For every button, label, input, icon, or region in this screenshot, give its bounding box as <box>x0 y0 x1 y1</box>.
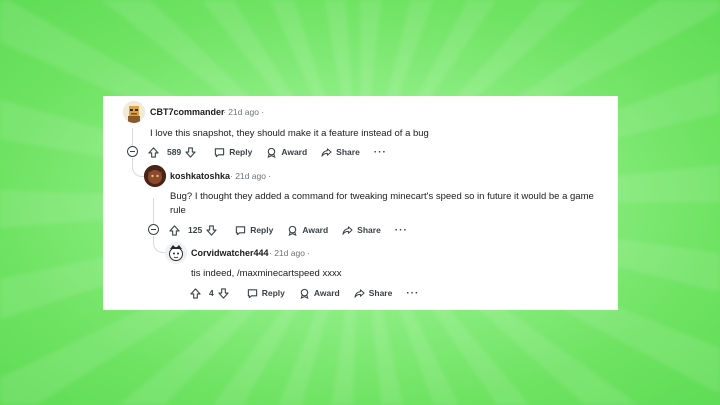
timestamp: · 21d ago · <box>230 171 272 181</box>
timestamp: · 21d ago · <box>223 107 265 117</box>
downvote-icon <box>206 224 217 236</box>
thread-line <box>153 198 154 224</box>
upvote-button[interactable] <box>148 146 163 158</box>
reply-button[interactable]: Reply <box>235 225 273 236</box>
share-icon <box>342 225 353 235</box>
vote-count: 589 <box>167 147 182 157</box>
timestamp: · 21d ago · <box>269 248 311 258</box>
award-icon <box>288 225 297 236</box>
collapse-button[interactable] <box>127 146 138 157</box>
username[interactable]: Corvidwatcher444 <box>191 248 269 258</box>
comment-text: I love this snapshot, they should make i… <box>150 128 429 139</box>
avatar[interactable] <box>123 101 145 123</box>
upvote-button[interactable] <box>190 287 205 299</box>
speech-bubble-icon <box>236 225 246 235</box>
reply-label: Reply <box>250 225 274 235</box>
reply-label: Reply <box>229 147 253 157</box>
reply-label: Reply <box>261 288 285 298</box>
more-options-button[interactable]: ··· <box>395 225 408 236</box>
comment-text: Bug? I thought they added a command for … <box>170 191 594 216</box>
upvote-icon <box>190 287 201 299</box>
more-options-button[interactable]: ··· <box>374 147 387 158</box>
comment-actions: 125 Reply Award Share ··· <box>169 223 422 237</box>
comment-text: tis indeed, /maxminecartspeed xxxx <box>191 268 342 279</box>
username[interactable]: koshkatoshka <box>170 171 230 181</box>
downvote-icon <box>185 146 196 158</box>
thread-connector <box>153 236 166 253</box>
award-label: Award <box>313 288 340 298</box>
downvote-icon <box>218 287 229 299</box>
award-button[interactable]: Award <box>287 225 328 236</box>
more-options-button[interactable]: ··· <box>406 288 419 299</box>
share-label: Share <box>368 288 393 298</box>
vote-count: 125 <box>188 225 203 235</box>
reply-button[interactable]: Reply <box>247 288 285 299</box>
speech-bubble-icon <box>215 147 225 157</box>
award-label: Award <box>281 147 308 157</box>
vote-count: 4 <box>209 288 214 298</box>
share-button[interactable]: Share <box>342 225 381 236</box>
share-button[interactable]: Share <box>321 147 360 158</box>
upvote-icon <box>169 224 180 236</box>
avatar[interactable] <box>165 242 187 264</box>
downvote-button[interactable] <box>218 287 233 299</box>
award-button[interactable]: Award <box>266 147 307 158</box>
downvote-button[interactable] <box>185 146 200 158</box>
award-button[interactable]: Award <box>299 288 340 299</box>
award-icon <box>267 147 276 158</box>
share-button[interactable]: Share <box>354 288 393 299</box>
comment-thread-card: CBT7commander · 21d ago · I love this sn… <box>103 96 618 310</box>
reply-button[interactable]: Reply <box>214 147 252 158</box>
share-icon <box>321 147 332 157</box>
avatar[interactable] <box>144 165 166 187</box>
share-label: Share <box>357 225 381 235</box>
upvote-button[interactable] <box>169 224 184 236</box>
comment-actions: 4 Reply Award Share ··· <box>190 286 433 300</box>
award-label: Award <box>302 225 329 235</box>
share-label: Share <box>336 147 360 157</box>
collapse-button[interactable] <box>148 224 159 235</box>
upvote-icon <box>148 146 159 158</box>
share-icon <box>354 288 365 298</box>
speech-bubble-icon <box>247 288 257 298</box>
username[interactable]: CBT7commander <box>150 107 225 117</box>
downvote-button[interactable] <box>206 224 221 236</box>
award-icon <box>300 288 309 299</box>
comment-actions: 589 Reply Award Share ··· <box>148 145 401 159</box>
